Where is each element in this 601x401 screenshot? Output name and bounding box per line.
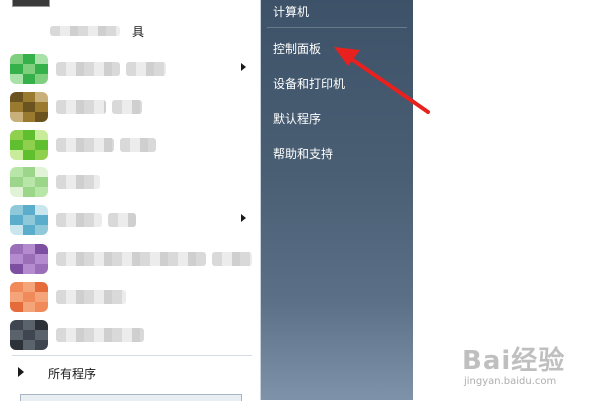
submenu-arrow-icon [241, 63, 246, 71]
blurred-program-icon [10, 320, 48, 350]
blurred-program-label [212, 252, 252, 266]
blurred-program-label [56, 328, 144, 342]
blurred-program-icon [10, 205, 48, 235]
blurred-program-icon [10, 167, 48, 197]
blurred-program-icon [10, 244, 48, 274]
blurred-program-icon [10, 282, 48, 312]
right-pane-divider [267, 27, 407, 28]
blurred-program-label [56, 290, 126, 304]
blurred-program-label [50, 26, 120, 36]
blurred-program-label [56, 252, 206, 266]
blurred-program-label [120, 138, 156, 152]
program-item[interactable] [10, 90, 256, 124]
menu-item-default-programs[interactable]: 默认程序 [273, 110, 321, 127]
all-programs-label: 所有程序 [48, 367, 97, 381]
program-label-tail: 具 [132, 25, 145, 39]
menu-item-computer[interactable]: 计算机 [273, 3, 309, 20]
program-item[interactable] [10, 165, 256, 199]
blurred-program-label [126, 62, 166, 76]
baidu-jingyan-watermark: Bai经验 jingyan.baidu.com [462, 338, 592, 394]
blurred-program-label [56, 138, 114, 152]
program-item[interactable] [10, 203, 256, 237]
program-item[interactable] [10, 242, 256, 276]
expand-arrow-icon [18, 367, 24, 377]
all-programs-button[interactable]: 所有程序 [14, 362, 254, 384]
blurred-program-label [108, 213, 136, 227]
blurred-program-icon [10, 92, 48, 122]
watermark-brand: Bai经验 [462, 346, 566, 376]
blurred-program-label [56, 175, 100, 189]
submenu-arrow-icon [241, 214, 246, 222]
menu-divider [12, 355, 252, 356]
blurred-program-label [56, 62, 120, 76]
start-menu-right-pane: 计算机 控制面板 设备和打印机 默认程序 帮助和支持 [261, 0, 413, 400]
menu-item-control-panel[interactable]: 控制面板 [273, 40, 321, 57]
program-item[interactable]: 具 [14, 18, 254, 44]
menu-item-devices-and-printers[interactable]: 设备和打印机 [273, 75, 345, 92]
blurred-program-label [112, 100, 142, 114]
start-menu-programs-pane: 具 所有程序 [0, 0, 261, 401]
blurred-program-icon [10, 130, 48, 160]
blurred-program-icon [10, 54, 48, 84]
program-item[interactable] [10, 280, 256, 314]
pinned-item-partial[interactable] [12, 0, 50, 7]
program-item[interactable] [10, 318, 256, 352]
program-item[interactable] [10, 128, 256, 162]
blurred-program-label [56, 213, 102, 227]
program-item[interactable] [10, 52, 256, 86]
menu-item-help-and-support[interactable]: 帮助和支持 [273, 145, 333, 162]
watermark-url: jingyan.baidu.com [464, 376, 557, 387]
blurred-program-label [56, 100, 106, 114]
